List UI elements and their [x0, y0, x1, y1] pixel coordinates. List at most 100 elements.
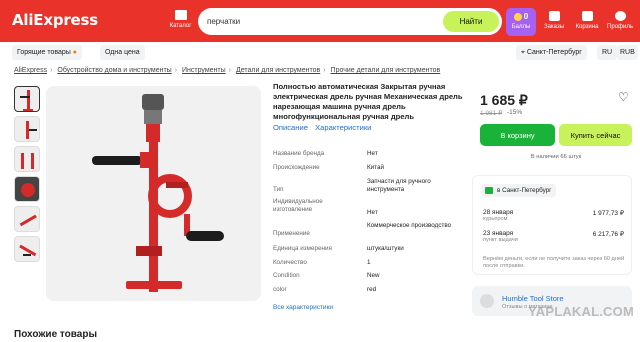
orders-button[interactable]: Заказы	[539, 8, 569, 36]
search-button[interactable]: Найти	[443, 11, 499, 32]
refund-note: Вернём деньги, если не получите заказ че…	[483, 256, 625, 269]
spec-value: Китай	[367, 164, 385, 171]
breadcrumb-item[interactable]: Детали для инструментов	[236, 67, 320, 74]
thumbnail[interactable]	[14, 86, 40, 112]
drill-thumb-image	[26, 121, 37, 139]
location-icon: ⌖	[521, 49, 525, 56]
drill-thumb-image	[20, 90, 33, 111]
one-price-label: Одна цена	[105, 49, 140, 56]
thumbnail[interactable]	[14, 146, 40, 172]
heart-icon[interactable]: ♡	[618, 91, 630, 103]
old-price: 1 981 ₽	[480, 110, 503, 117]
spec-key: Название бренда	[273, 150, 325, 157]
thumbnail-strip	[14, 86, 42, 266]
spec-value: Нет	[367, 150, 378, 157]
delivery-price: 6 217,76 ₽	[592, 231, 624, 238]
hand-drill-image	[92, 94, 224, 292]
spec-value: New	[367, 272, 380, 279]
breadcrumb-separator: ›	[323, 67, 326, 74]
cart-icon	[581, 11, 593, 21]
user-icon	[614, 11, 626, 21]
product-main-image[interactable]	[46, 86, 261, 301]
product-tabs: Описание Характеристики	[273, 123, 376, 132]
language-selector[interactable]: RU	[597, 45, 618, 60]
tab-specs[interactable]: Характеристики	[315, 123, 371, 132]
one-price-link[interactable]: Одна цена	[100, 45, 145, 60]
drill-thumb-image	[21, 153, 34, 169]
spec-key: color	[273, 286, 287, 293]
aliexpress-logo[interactable]: AliExpress	[12, 11, 98, 29]
top-bar: AliExpress Каталог Найти 0 Баллы Заказы …	[0, 0, 640, 42]
sub-bar: Горящие товары ● Одна цена ⌖ Санкт-Петер…	[0, 42, 640, 62]
balls-button[interactable]: 0 Баллы	[506, 8, 536, 36]
discount-badge: -15%	[507, 109, 523, 116]
thumbnail[interactable]	[14, 116, 40, 142]
currency-selector[interactable]: RUB	[617, 45, 638, 60]
breadcrumb-separator: ›	[50, 67, 53, 74]
spec-key: Condition	[273, 272, 300, 279]
price: 1 685 ₽	[480, 92, 528, 108]
city-label: Санкт-Петербург	[526, 49, 582, 56]
spec-value: Запчасти для ручного инструмента	[367, 178, 431, 193]
breadcrumb-separator: ›	[174, 67, 178, 74]
stock-status: В наличии 66 штук	[530, 154, 582, 160]
watermark: YAPLAKAL.COM	[528, 304, 634, 319]
spec-value: Нет	[367, 209, 378, 216]
similar-products-title: Похожие товары	[14, 329, 98, 340]
spec-key: Происхождение	[273, 164, 320, 171]
cart-label: Корзина	[575, 24, 599, 30]
breadcrumb-item[interactable]: Инструменты	[182, 67, 226, 74]
delivery-option[interactable]: 23 января пункт выдачи 6 217,76 ₽	[483, 230, 628, 243]
breadcrumb-item[interactable]: Обустройство дома и инструменты	[57, 67, 171, 74]
city-selector[interactable]: ⌖ Санкт-Петербург	[516, 45, 587, 60]
fire-icon: ●	[72, 49, 77, 56]
search-box: Найти	[198, 8, 502, 35]
spec-key: Применение	[273, 230, 310, 237]
profile-button[interactable]: Профиль	[605, 8, 635, 36]
spec-key: Количество	[273, 259, 307, 266]
drill-thumb-image	[19, 214, 37, 227]
breadcrumb-item[interactable]: AliExpress	[14, 67, 47, 74]
delivery-option[interactable]: 28 января курьером 1 977,73 ₽	[483, 209, 628, 222]
all-specs-link[interactable]: Все характеристики	[273, 304, 333, 311]
cart-button[interactable]: Корзина	[572, 8, 602, 36]
box-icon	[548, 11, 560, 21]
spec-value: штука/штуки	[367, 245, 404, 252]
catalog-label: Каталог	[169, 23, 192, 29]
spec-value: 1	[367, 259, 371, 266]
spec-value: Коммерческое производство	[367, 222, 452, 229]
balls-label: Баллы	[511, 24, 531, 30]
thumbnail[interactable]	[14, 206, 40, 232]
orders-label: Заказы	[543, 24, 565, 30]
search-input[interactable]	[207, 14, 427, 29]
delivery-price: 1 977,73 ₽	[592, 210, 624, 217]
breadcrumb-item[interactable]: Прочие детали для инструментов	[331, 67, 441, 74]
profile-label: Профиль	[607, 24, 633, 30]
store-avatar	[480, 294, 494, 308]
spec-value: red	[367, 286, 377, 293]
drill-thumb-image	[21, 183, 35, 197]
spec-key: Индивидуальное изготовление	[273, 198, 323, 213]
spec-key: Тип	[273, 186, 284, 193]
catalog-icon	[174, 10, 187, 20]
hot-deals-label: Горящие товары	[17, 49, 71, 56]
balls-count: 0	[523, 12, 529, 22]
truck-icon	[485, 187, 493, 194]
hot-deals-link[interactable]: Горящие товары ●	[12, 45, 82, 60]
breadcrumb-separator: ›	[228, 67, 231, 74]
delivery-city-label: в Санкт-Петербург	[497, 187, 552, 194]
drill-thumb-image	[19, 244, 37, 257]
store-name[interactable]: Humble Tool Store	[502, 294, 564, 303]
catalog-button[interactable]: Каталог	[166, 8, 195, 36]
product-title: Полностью автоматическая Закрытая ручная…	[273, 82, 463, 121]
breadcrumb: AliExpress › Обустройство дома и инструме…	[14, 67, 440, 74]
buy-box: 1 685 ₽ 1 981 ₽ -15% ♡ В корзину Купить …	[472, 82, 632, 170]
tab-description[interactable]: Описание	[273, 123, 308, 132]
buy-now-button[interactable]: Купить сейчас	[559, 124, 632, 146]
add-to-cart-button[interactable]: В корзину	[480, 124, 555, 146]
delivery-city-selector[interactable]: в Санкт-Петербург	[481, 184, 557, 197]
coin-icon	[513, 13, 522, 21]
thumbnail[interactable]	[14, 236, 40, 262]
spec-key: Единица измерения	[273, 245, 332, 252]
thumbnail[interactable]	[14, 176, 40, 202]
